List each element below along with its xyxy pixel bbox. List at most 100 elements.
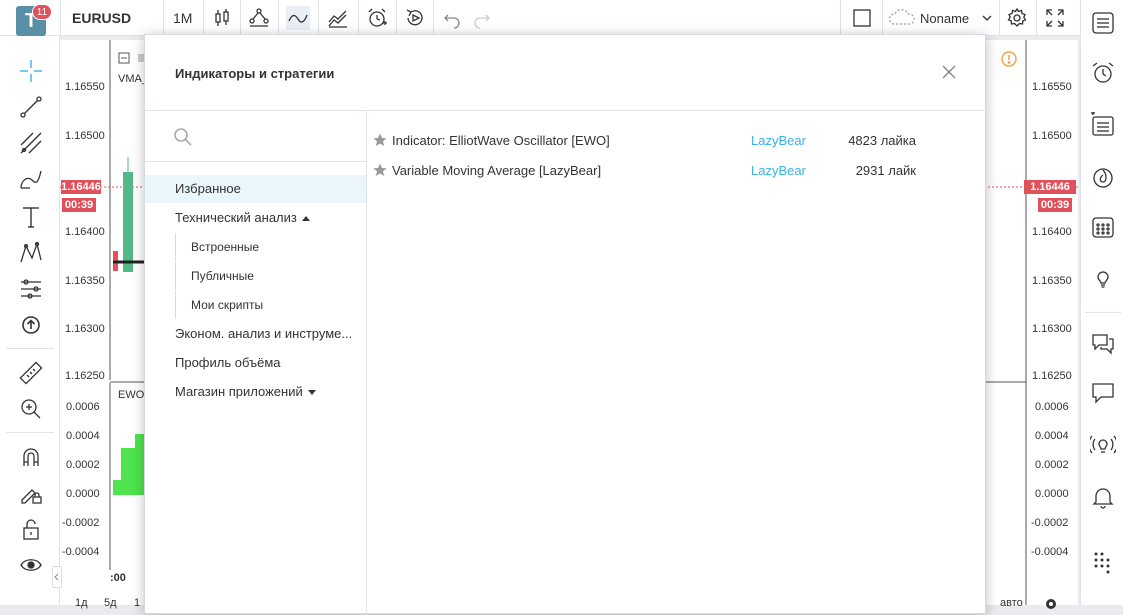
settings-gear-icon[interactable] [1043,596,1059,612]
price-tick-left: 1.16550 [65,81,105,93]
candles-chart-icon[interactable] [210,6,234,30]
star-icon[interactable] [373,163,387,177]
subcategory-builtin[interactable]: Встроенные [175,233,365,261]
osc-bar [121,448,135,495]
current-price-tag-left: 1.16446 [61,180,101,194]
chats-icon[interactable] [1090,330,1116,356]
symbol-search-button[interactable]: EURUSD [72,10,131,26]
price-tick-right: 1.16500 [1032,130,1072,142]
indicators-icon[interactable] [286,6,310,30]
price-tick-right: 1.16400 [1032,226,1072,238]
layout-name-button[interactable]: Noname [920,11,969,26]
price-tick-left: 1.16500 [65,130,105,142]
undo-icon[interactable] [440,6,464,30]
pattern-icon[interactable] [18,240,44,266]
current-price-tag-right: 1.16446 [1024,180,1076,194]
search-divider [145,161,367,162]
collapse-toolbar-handle[interactable] [52,566,62,588]
osc-bar [135,434,144,495]
crosshair-icon[interactable] [18,58,44,84]
unlock-icon[interactable] [18,516,44,542]
chat-bubble-icon[interactable] [1090,380,1116,406]
range-more-button[interactable]: 1 [134,597,140,609]
compare-icon[interactable] [247,6,271,30]
alarm-clock-icon[interactable] [1090,60,1116,86]
redo-icon[interactable] [470,6,494,30]
ideas-lightbulb-icon[interactable] [1090,264,1116,290]
list-item[interactable]: Variable Moving Average [LazyBear] LazyB… [367,155,967,185]
brush-icon[interactable] [18,166,44,192]
eye-icon[interactable] [18,552,44,578]
subcategory-public[interactable]: Публичные [175,262,365,290]
chevron-down-icon[interactable] [979,6,995,30]
category-favorites[interactable]: Избранное [145,175,366,203]
replay-icon[interactable] [403,6,427,30]
category-technical-analysis[interactable]: Технический анализ [145,204,366,232]
forecast-icon[interactable] [18,276,44,302]
countdown-tag-left: 00:39 [62,198,96,212]
price-tick-left: 1.16250 [65,370,105,382]
time-axis-label: :00 [110,572,126,584]
text-tool-icon[interactable] [18,204,44,230]
data-window-icon[interactable] [1090,112,1116,138]
warning-icon[interactable] [1000,50,1018,68]
category-label: Эконом. анализ и инструме... [175,326,353,341]
price-tick-left: 1.16400 [65,226,105,238]
pitchfork-icon[interactable] [18,130,44,156]
indicator-name: Variable Moving Average [LazyBear] [392,163,602,178]
toolbar-divider [396,0,397,36]
triangle-down-icon [307,390,316,396]
author-link[interactable]: LazyBear [751,163,806,178]
alert-clock-icon[interactable] [365,6,389,30]
list-item[interactable]: Indicator: ElliotWave Oscillator [EWO] L… [367,125,967,155]
star-icon[interactable] [373,133,387,147]
osc-tick-left: 0.0000 [66,488,100,500]
toolbar-divider [358,0,359,36]
countdown-tag-right: 00:39 [1038,198,1072,212]
search-input[interactable] [205,123,355,149]
templates-icon[interactable] [326,6,350,30]
magnet-icon[interactable] [18,444,44,470]
range-5d-button[interactable]: 5д [104,597,117,609]
price-tick-left: 1.16300 [65,323,105,335]
drawing-toolbar [0,36,60,605]
trend-line-icon[interactable] [18,94,44,120]
arrow-up-circle-icon[interactable] [18,312,44,338]
streams-icon[interactable] [1090,432,1116,458]
category-label: Технический анализ [175,210,297,225]
auto-scale-button[interactable]: авто [1000,597,1023,609]
osc-tick-right: 0.0002 [1035,459,1069,471]
category-economic-analysis[interactable]: Эконом. анализ и инструме... [145,320,366,348]
toolbar-divider [6,348,54,349]
right-sidebar [1080,0,1123,605]
price-tick-left: 1.16350 [65,275,105,287]
more-dots-icon[interactable] [1090,548,1116,574]
likes-count: 4823 лайка [848,133,916,148]
subcategory-my-scripts[interactable]: Мои скрипты [175,291,365,319]
range-1d-button[interactable]: 1д [75,597,88,609]
indicators-dialog: Индикаторы и стратегии Избранное Техниче… [144,34,987,615]
toolbar-divider [240,0,241,36]
notifications-bell-icon[interactable] [1090,484,1116,510]
fullscreen-icon[interactable] [1043,6,1067,30]
notifications-badge: 11 [32,4,52,20]
multi-layout-icon[interactable] [850,6,874,30]
toolbar-divider [60,0,61,36]
osc-tick-right: 0.0000 [1035,488,1069,500]
category-volume-profile[interactable]: Профиль объёма [145,349,366,377]
ruler-icon[interactable] [18,360,44,386]
lock-drawing-icon[interactable] [18,480,44,506]
calendar-icon[interactable] [1090,214,1116,240]
zoom-in-icon[interactable] [18,396,44,422]
gear-icon[interactable] [1005,6,1029,30]
category-label: Профиль объёма [175,355,281,370]
dialog-title: Индикаторы и стратегии [175,66,335,81]
category-app-store[interactable]: Магазин приложений [145,378,366,406]
indicator-name: Indicator: ElliotWave Oscillator [EWO] [392,133,610,148]
close-icon[interactable] [941,64,957,80]
watchlist-icon[interactable] [1090,10,1116,36]
hotlist-flame-icon[interactable] [1090,164,1116,190]
interval-button[interactable]: 1M [173,10,192,26]
price-tick-right: 1.16250 [1032,370,1072,382]
author-link[interactable]: LazyBear [751,133,806,148]
